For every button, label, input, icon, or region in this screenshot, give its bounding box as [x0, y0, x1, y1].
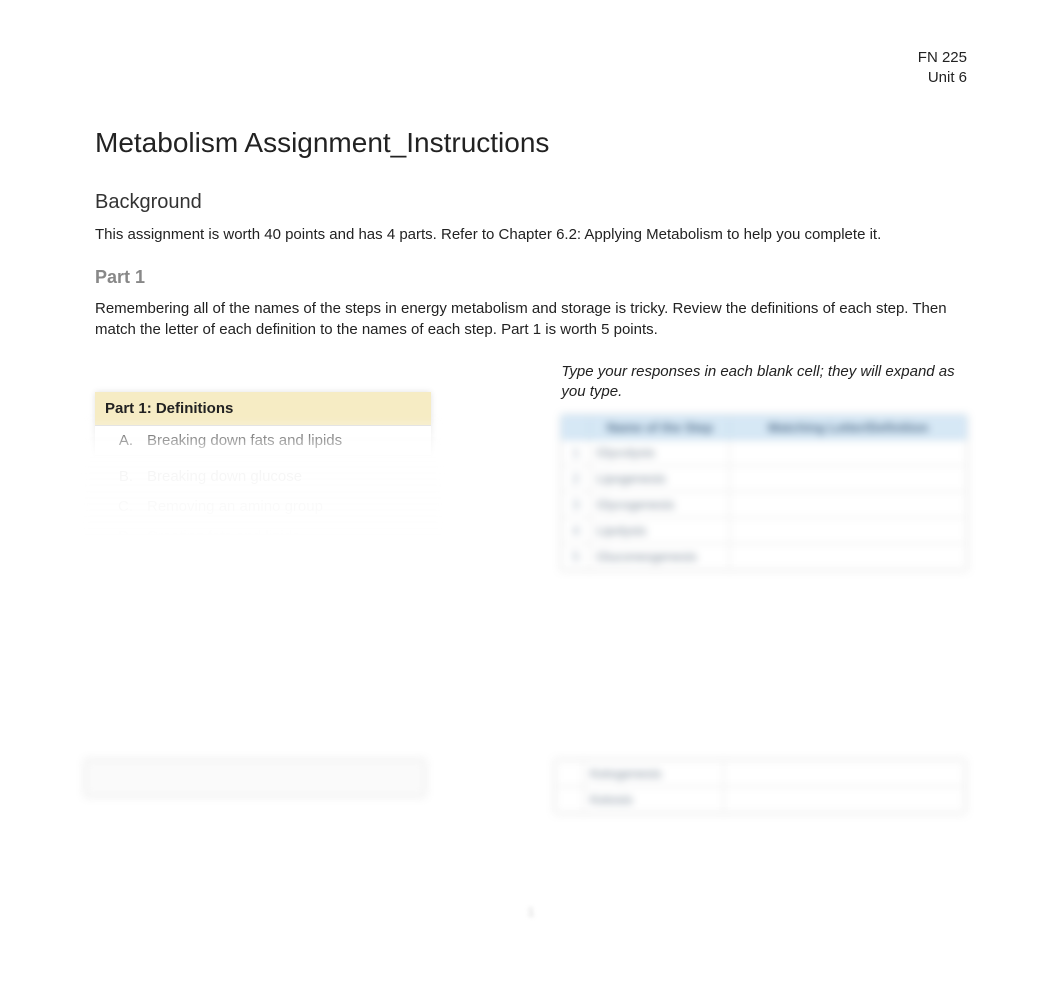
bottom-fragments: Ketogenesis Ketosis	[85, 760, 977, 813]
background-text: This assignment is worth 40 points and h…	[95, 224, 967, 245]
part1-text: Remembering all of the names of the step…	[95, 298, 967, 340]
fragment-response-table: Ketogenesis Ketosis	[555, 760, 965, 813]
definition-text: Creating new glucose	[139, 581, 431, 611]
response-num: 3	[562, 491, 590, 517]
response-row: 3 Glycogenesis	[562, 491, 967, 517]
response-answer-cell[interactable]	[730, 517, 967, 543]
response-name: Ketogenesis	[584, 761, 724, 787]
response-row: 2 Lipogenesis	[562, 465, 967, 491]
response-table-blurred: Name of the Step Matching Letter/Definit…	[561, 415, 967, 570]
response-num	[556, 787, 584, 813]
response-row: Ketosis	[556, 787, 965, 813]
definitions-header: Part 1: Definitions	[95, 392, 431, 426]
definitions-table: Part 1: Definitions A. Breaking down fat…	[95, 392, 431, 611]
response-answer-cell[interactable]	[730, 465, 967, 491]
response-name: Lipolysis	[590, 517, 730, 543]
definition-row: C. Removing an amino group	[95, 491, 431, 521]
response-row: 1 Glycolysis	[562, 439, 967, 465]
definition-letter: F.	[95, 581, 139, 611]
response-name: Gluconeogenesis	[590, 543, 730, 569]
course-code: FN 225	[95, 48, 967, 68]
definition-row: B. Breaking down glucose	[95, 462, 431, 492]
response-row: Ketogenesis	[556, 761, 965, 787]
definition-text: Breaking down glycogen to glucose	[139, 551, 431, 581]
response-answer-cell[interactable]	[730, 491, 967, 517]
definition-text: Creating fats and lipids	[139, 521, 431, 551]
response-table: Name of the Step Matching Letter/Definit…	[561, 415, 967, 570]
response-row: 4 Lipolysis	[562, 517, 967, 543]
definition-text: Breaking down fats and lipids	[139, 426, 431, 456]
unit-label: Unit 6	[95, 68, 967, 88]
response-answer-cell[interactable]	[730, 543, 967, 569]
part1-instruction: Type your responses in each blank cell; …	[561, 362, 967, 403]
part1-heading: Part 1	[95, 267, 967, 288]
definition-letter: C.	[95, 491, 139, 521]
response-name: Ketosis	[584, 787, 724, 813]
definition-row: F. Creating new glucose	[95, 581, 431, 611]
definition-text: Removing an amino group	[139, 491, 431, 521]
response-num: 1	[562, 439, 590, 465]
page-title: Metabolism Assignment_Instructions	[95, 127, 967, 159]
response-name: Glycolysis	[590, 439, 730, 465]
fragment-box-left	[85, 760, 425, 796]
definition-letter: E.	[95, 551, 139, 581]
response-num: 2	[562, 465, 590, 491]
response-num: 4	[562, 517, 590, 543]
header-meta: FN 225 Unit 6	[95, 48, 967, 87]
response-name: Lipogenesis	[590, 465, 730, 491]
background-heading: Background	[95, 191, 967, 214]
definition-letter: D.	[95, 521, 139, 551]
response-answer-cell[interactable]	[724, 787, 965, 813]
response-answer-cell[interactable]	[730, 439, 967, 465]
resp-col-name: Name of the Step	[590, 415, 730, 439]
resp-col-match: Matching Letter/Definition	[730, 415, 967, 439]
definition-row: D. Creating fats and lipids	[95, 521, 431, 551]
definition-row: E. Breaking down glycogen to glucose	[95, 551, 431, 581]
definition-letter: B.	[95, 462, 139, 492]
resp-col-blank	[562, 415, 590, 439]
definition-text: Breaking down glucose	[139, 462, 431, 492]
response-num	[556, 761, 584, 787]
response-row: 5 Gluconeogenesis	[562, 543, 967, 569]
response-num: 5	[562, 543, 590, 569]
page-number: 1	[0, 905, 1062, 919]
response-name: Glycogenesis	[590, 491, 730, 517]
response-answer-cell[interactable]	[724, 761, 965, 787]
definition-letter: A.	[95, 426, 139, 456]
definition-row: A. Breaking down fats and lipids	[95, 426, 431, 456]
